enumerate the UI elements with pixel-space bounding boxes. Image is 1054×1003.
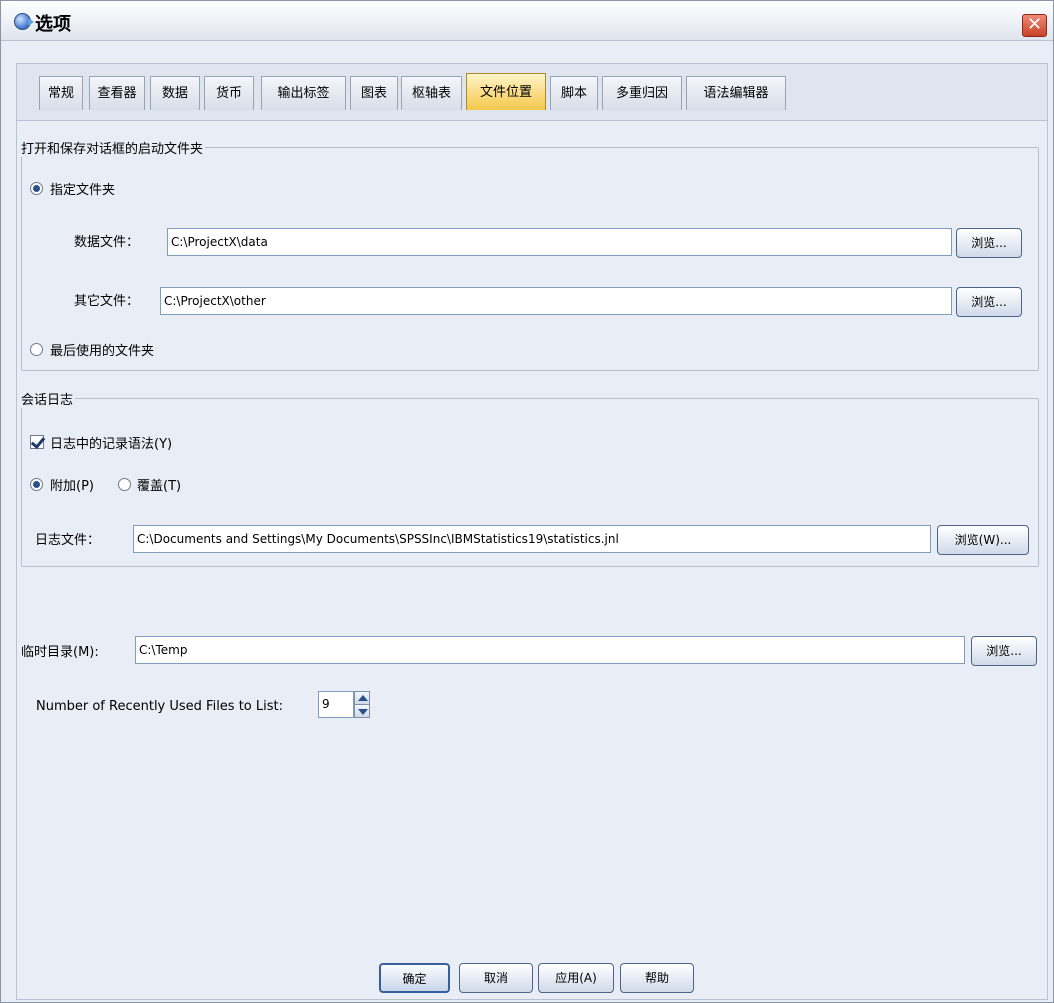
cancel-button[interactable]: 取消	[459, 963, 533, 993]
record-syntax-checkbox[interactable]	[30, 435, 44, 449]
ok-button[interactable]: 确定	[379, 963, 450, 993]
data-files-label: 数据文件：	[74, 235, 140, 250]
tab-scripts[interactable]: 脚本	[550, 76, 598, 110]
close-button[interactable]: ✕	[1022, 14, 1047, 37]
append-label: 附加(P)	[50, 479, 94, 494]
spinner-up-arrow-icon[interactable]	[354, 691, 370, 705]
window-title: 选项	[35, 14, 71, 35]
tab-viewer[interactable]: 查看器	[89, 76, 145, 110]
session-journal-title: 会话日志	[19, 389, 76, 408]
tab-charts[interactable]: 图表	[350, 76, 398, 110]
options-dialog: 选项 ✕ 常规 查看器 数据 货币 输出标签 图表 枢轴表 文件位置 脚本 多重…	[0, 0, 1054, 1003]
temp-dir-input[interactable]: C:\Temp	[135, 636, 965, 664]
apply-button[interactable]: 应用(A)	[538, 963, 614, 993]
title-bar: 选项 ✕	[1, 1, 1053, 41]
tab-data[interactable]: 数据	[150, 76, 200, 110]
last-used-folder-label: 最后使用的文件夹	[50, 344, 155, 359]
tab-multiple-imputation[interactable]: 多重归因	[602, 76, 682, 110]
other-files-browse-button[interactable]: 浏览...	[956, 287, 1022, 317]
other-files-input[interactable]: C:\ProjectX\other	[160, 287, 952, 315]
tab-pivot-tables[interactable]: 枢轴表	[401, 76, 462, 110]
tab-syntax-editor[interactable]: 语法编辑器	[686, 76, 786, 110]
help-button[interactable]: 帮助	[620, 963, 694, 993]
tab-strip: 常规 查看器 数据 货币 输出标签 图表 枢轴表 文件位置 脚本 多重归因 语法…	[16, 63, 1048, 121]
overwrite-radio[interactable]	[118, 478, 131, 491]
append-radio[interactable]	[30, 478, 43, 491]
tab-currency[interactable]: 货币	[204, 76, 254, 110]
file-locations-panel: 打开和保存对话框的启动文件夹 指定文件夹 数据文件： C:\ProjectX\d…	[16, 120, 1048, 1000]
spinner-down-arrow-icon[interactable]	[354, 704, 370, 718]
startup-folders-group: 打开和保存对话框的启动文件夹 指定文件夹 数据文件： C:\ProjectX\d…	[19, 138, 1039, 371]
app-globe-icon	[14, 13, 34, 30]
recent-files-label: Number of Recently Used Files to List:	[36, 699, 283, 714]
journal-file-label: 日志文件：	[35, 533, 101, 548]
tab-file-locations[interactable]: 文件位置	[466, 73, 546, 110]
data-files-browse-button[interactable]: 浏览...	[956, 228, 1022, 258]
record-syntax-label: 日志中的记录语法(Y)	[50, 437, 173, 452]
temp-dir-label: 临时目录(M):	[21, 645, 99, 660]
startup-folders-title: 打开和保存对话框的启动文件夹	[19, 138, 206, 157]
tab-output-labels[interactable]: 输出标签	[261, 76, 346, 110]
tab-general[interactable]: 常规	[39, 76, 83, 110]
specified-folder-label: 指定文件夹	[50, 183, 116, 198]
session-journal-group: 会话日志 日志中的记录语法(Y) 附加(P) 覆盖(T) 日志文件： C:\Do…	[19, 389, 1039, 567]
overwrite-label: 覆盖(T)	[137, 479, 182, 494]
last-used-folder-radio[interactable]	[30, 343, 43, 356]
specified-folder-radio[interactable]	[30, 182, 43, 195]
other-files-label: 其它文件：	[74, 294, 140, 309]
data-files-input[interactable]: C:\ProjectX\data	[167, 228, 952, 256]
journal-file-input[interactable]: C:\Documents and Settings\My Documents\S…	[133, 525, 931, 553]
temp-dir-browse-button[interactable]: 浏览...	[971, 636, 1037, 666]
journal-file-browse-button[interactable]: 浏览(W)...	[937, 525, 1029, 555]
recent-files-spinner-input[interactable]: 9	[318, 691, 354, 718]
